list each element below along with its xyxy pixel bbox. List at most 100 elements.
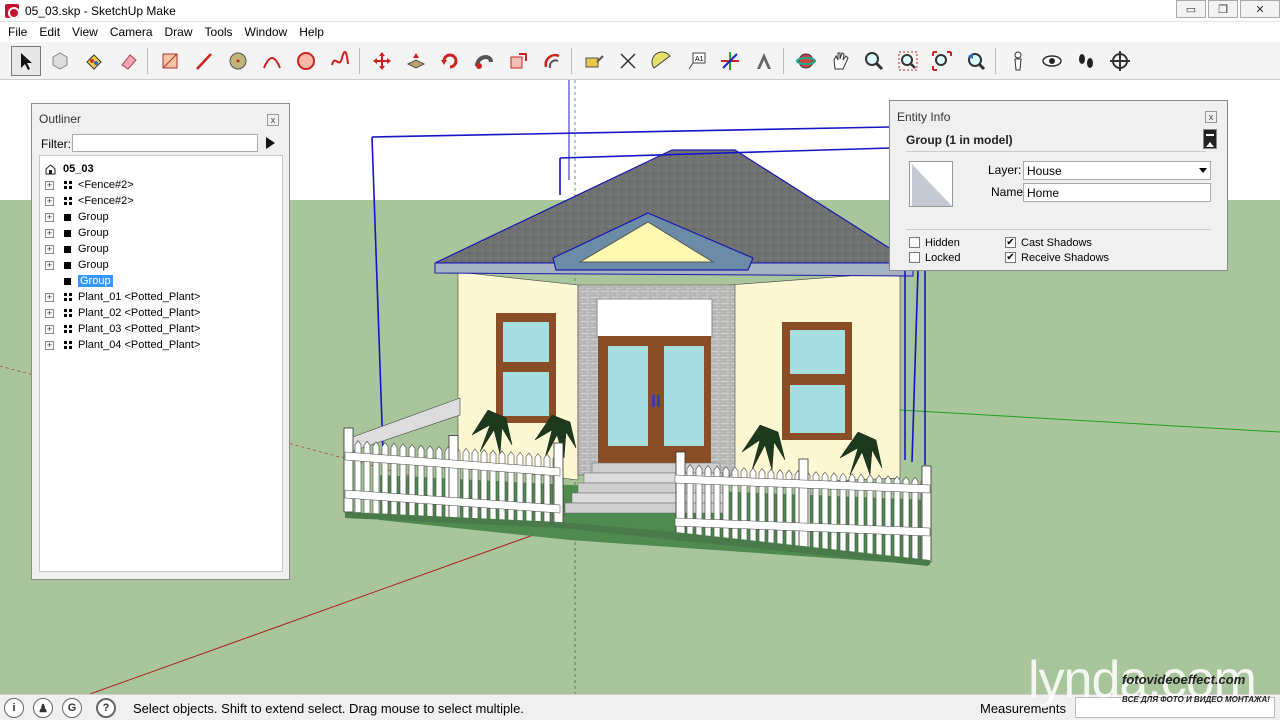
eraser-icon[interactable] [113,46,143,76]
tree-item[interactable]: Group [45,273,113,289]
menu-draw[interactable]: Draw [159,25,199,39]
group-icon [64,245,71,253]
polygon-icon[interactable] [291,46,321,76]
zoom-extents-icon[interactable] [927,46,957,76]
component-icon [64,341,72,349]
walk-icon[interactable] [1071,46,1101,76]
zoom-icon[interactable] [859,46,889,76]
tree-item[interactable]: + Plant_01 <Potted_Plant> [45,289,200,305]
entity-info-close-button[interactable]: x [1205,111,1217,123]
credits-icon[interactable]: ♟ [33,698,53,718]
3d-text-icon[interactable] [749,46,779,76]
close-button[interactable]: ✕ [1240,0,1280,18]
help-icon[interactable]: ? [96,698,116,718]
receive-shadows-checkbox[interactable]: ✔ [1005,252,1016,263]
menu-tools[interactable]: Tools [199,25,239,39]
text-icon[interactable]: A1 [681,46,711,76]
locked-checkbox[interactable] [909,252,920,263]
outliner-close-button[interactable]: x [267,114,279,126]
circle-icon[interactable] [223,46,253,76]
select-icon[interactable] [11,46,41,76]
section-plane-icon[interactable] [1105,46,1135,76]
tree-item[interactable]: + Plant_02 <Potted_Plant> [45,305,200,321]
hidden-checkbox[interactable] [909,237,920,248]
offset-icon[interactable] [537,46,567,76]
tree-item-label: <Fence#2> [78,195,134,207]
menu-edit[interactable]: Edit [33,25,66,39]
position-camera-icon[interactable] [1003,46,1033,76]
component-icon[interactable] [45,46,75,76]
line-icon[interactable] [189,46,219,76]
material-swatch[interactable] [909,161,953,207]
menu-file[interactable]: File [2,25,33,39]
group-icon [64,213,71,221]
axes-icon[interactable] [715,46,745,76]
rectangle-icon[interactable] [155,46,185,76]
restore-button[interactable]: ❐ [1208,0,1238,18]
expand-icon[interactable]: + [45,196,54,206]
outliner-tree[interactable]: 05_03 + <Fence#2> + <Fence#2> + Group + Group + G… [39,155,283,572]
move-icon[interactable] [367,46,397,76]
menu-camera[interactable]: Camera [104,25,159,39]
title-bar: 05_03.skp - SketchUp Make ▭ ❐ ✕ [0,0,1280,22]
tree-item[interactable]: + Plant_03 <Potted_Plant> [45,321,200,337]
expand-icon[interactable]: + [45,340,54,350]
menu-window[interactable]: Window [239,25,294,39]
orbit-icon[interactable] [791,46,821,76]
group-icon [64,277,71,285]
tree-item[interactable]: + Plant_04 <Potted_Plant> [45,337,200,353]
expand-icon[interactable]: + [45,228,54,238]
follow-me-icon[interactable] [469,46,499,76]
tree-item-label: Plant_02 <Potted_Plant> [78,307,201,319]
freehand-icon[interactable] [325,46,355,76]
fence-picket [426,445,434,518]
cast-shadows-checkbox[interactable]: ✔ [1005,237,1016,248]
entity-info-panel: Entity Info x Group (1 in model) Layer: … [889,100,1228,271]
sign-in-icon[interactable]: G [62,698,82,718]
geo-location-icon[interactable]: i [4,698,24,718]
expand-icon[interactable]: + [45,212,54,222]
push-pull-icon[interactable] [401,46,431,76]
component-icon [64,197,72,205]
menu-help[interactable]: Help [293,25,330,39]
protractor-icon[interactable] [647,46,677,76]
rotate-icon[interactable] [435,46,465,76]
tree-item[interactable]: + <Fence#2> [45,193,134,209]
pan-icon[interactable] [825,46,855,76]
expand-icon[interactable]: + [45,308,54,318]
previous-view-icon[interactable] [961,46,991,76]
model-root-icon [45,163,56,175]
look-around-icon[interactable] [1037,46,1067,76]
filter-details-arrow-icon[interactable] [263,135,277,151]
collapse-panel-icon[interactable] [1203,129,1217,149]
tree-item-label: Group [78,211,109,223]
tree-item[interactable]: + Group [45,225,109,241]
tree-item[interactable]: + <Fence#2> [45,177,134,193]
tree-item[interactable]: + Group [45,257,109,273]
tape-measure-icon[interactable] [579,46,609,76]
name-input[interactable]: Home [1023,183,1211,202]
fence-picket [390,442,398,516]
arc-icon[interactable] [257,46,287,76]
expand-icon[interactable]: + [45,244,54,254]
menu-view[interactable]: View [66,25,104,39]
paint-bucket-icon[interactable] [79,46,109,76]
fence-picket [435,445,443,518]
expand-icon[interactable]: + [45,180,54,190]
scale-icon[interactable] [503,46,533,76]
expand-icon[interactable]: + [45,260,54,270]
fence-post [343,427,354,513]
filter-input[interactable] [72,134,258,152]
layer-label: Layer: [988,163,1022,177]
expand-icon[interactable]: + [45,292,54,302]
tree-item[interactable]: + Group [45,209,109,225]
dimension-icon[interactable] [613,46,643,76]
tree-item-label: <Fence#2> [78,179,134,191]
minimize-button[interactable]: ▭ [1176,0,1206,18]
zoom-window-icon[interactable] [893,46,923,76]
expand-icon[interactable]: + [45,324,54,334]
tree-root[interactable]: 05_03 [45,161,94,177]
layer-select[interactable]: House [1023,161,1211,180]
fence-post [798,458,809,552]
tree-item[interactable]: + Group [45,241,109,257]
